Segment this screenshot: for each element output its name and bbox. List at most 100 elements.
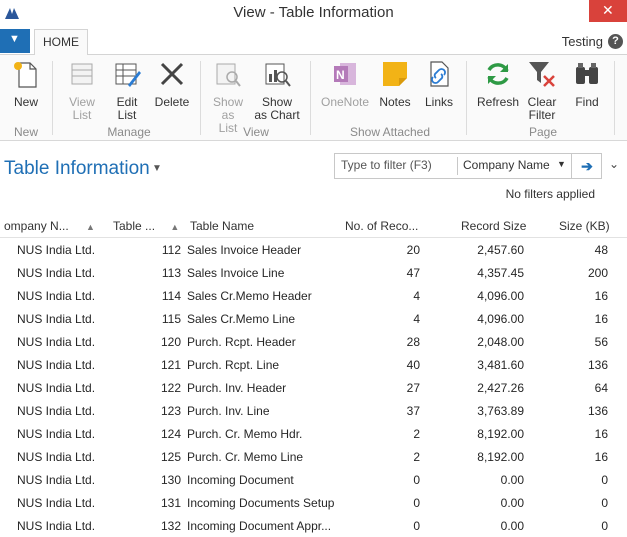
clear-filter-icon <box>529 62 555 87</box>
show-as-list-button[interactable]: Show as List <box>206 59 250 135</box>
no-of-records-cell: 0 <box>413 519 420 533</box>
no-of-records-cell: 4 <box>413 289 420 303</box>
table-row[interactable]: NUS India Ltd. 123 Purch. Inv. Line 37 3,763… <box>0 399 627 422</box>
table-name-cell: Purch. Inv. Header <box>187 381 287 395</box>
table-no-cell: 122 <box>160 381 181 395</box>
size-kb-cell: 0 <box>601 473 608 487</box>
table-name-cell: Sales Cr.Memo Line <box>187 312 296 326</box>
column-header-label: Table ... <box>113 219 156 233</box>
table-row[interactable]: NUS India Ltd. 124 Purch. Cr. Memo Hdr. 2 8,… <box>0 422 627 445</box>
table-row[interactable]: NUS India Ltd. 113 Sales Invoice Line 47 4,3… <box>0 261 627 284</box>
table-name-cell: Sales Invoice Line <box>187 266 285 280</box>
page-title[interactable]: Table Information <box>4 158 150 180</box>
record-size-cell: 0.00 <box>500 473 524 487</box>
refresh-button[interactable]: Refresh <box>474 59 522 109</box>
company-cell: NUS India Ltd. <box>17 496 96 510</box>
svg-text:N: N <box>336 68 345 82</box>
table-body: NUS India Ltd. 112 Sales Invoice Header 20 2… <box>0 238 627 537</box>
record-size-cell: 4,096.00 <box>477 312 524 326</box>
table-row[interactable]: NUS India Ltd. 114 Sales Cr.Memo Header 4 4,… <box>0 284 627 307</box>
clear-filter-button[interactable]: Clear Filter <box>524 59 560 122</box>
table-row[interactable]: NUS India Ltd. 132 Incoming Document Appr.… <box>0 514 627 537</box>
notes-icon <box>383 62 407 86</box>
table-no-cell: 124 <box>160 427 181 441</box>
table-no-cell: 113 <box>161 266 181 280</box>
table-name-cell: Incoming Document Appr... <box>187 519 332 533</box>
record-size-cell: 4,357.45 <box>477 266 524 280</box>
size-kb-cell: 16 <box>594 289 608 303</box>
no-of-records-cell: 27 <box>406 381 420 395</box>
size-kb-cell: 56 <box>594 335 608 349</box>
table-name-cell: Purch. Inv. Line <box>187 404 270 418</box>
find-button[interactable]: Find <box>570 59 604 109</box>
table-name-cell: Sales Cr.Memo Header <box>187 289 312 303</box>
record-size-cell: 3,481.60 <box>477 358 524 372</box>
ribbon-separator <box>200 61 201 135</box>
table-row[interactable]: NUS India Ltd. 130 Incoming Document 0 0.00 0 <box>0 468 627 491</box>
refresh-icon <box>487 63 509 85</box>
view-list-icon <box>71 63 93 85</box>
sort-ascending-icon: ▲ <box>86 222 95 232</box>
no-of-records-cell: 0 <box>413 473 420 487</box>
show-as-chart-button[interactable]: Show as Chart <box>252 59 302 122</box>
notes-button[interactable]: Notes <box>376 59 414 109</box>
filter-status: No filters applied <box>505 187 595 201</box>
table-row[interactable]: NUS India Ltd. 120 Purch. Rcpt. Header 28 2,… <box>0 330 627 353</box>
table-row[interactable]: NUS India Ltd. 125 Purch. Cr. Memo Line 2 8,… <box>0 445 627 468</box>
company-cell: NUS India Ltd. <box>17 358 96 372</box>
size-kb-cell: 136 <box>587 404 608 418</box>
column-header-table-no[interactable]: Table ... ▲ <box>113 219 179 233</box>
column-header-company[interactable]: ompany N... ▲ <box>4 219 95 233</box>
company-cell: NUS India Ltd. <box>17 312 96 326</box>
show-as-list-icon <box>216 63 241 87</box>
company-cell: NUS India Ltd. <box>17 335 96 349</box>
company-cell: NUS India Ltd. <box>17 473 96 487</box>
edit-list-button[interactable]: Edit List <box>108 59 146 122</box>
filter-field-select[interactable]: Company Name <box>463 158 550 172</box>
column-header-size-kb[interactable]: Size (KB) <box>559 219 610 233</box>
column-header-record-size[interactable]: Record Size <box>461 219 526 233</box>
arrow-right-icon[interactable]: ➔ <box>571 154 602 178</box>
delete-label: Delete <box>154 95 190 109</box>
sort-ascending-icon: ▲ <box>170 222 180 232</box>
no-of-records-cell: 20 <box>406 243 420 257</box>
table-row[interactable]: NUS India Ltd. 121 Purch. Rcpt. Line 40 3,48… <box>0 353 627 376</box>
size-kb-cell: 200 <box>587 266 608 280</box>
chevron-down-icon[interactable]: ▼ <box>557 159 566 169</box>
page-title-dropdown-icon[interactable]: ▼ <box>152 163 162 174</box>
tab-home[interactable]: HOME <box>34 29 88 55</box>
application-menu-button[interactable]: ▼ <box>0 29 30 53</box>
window-title: View - Table Information <box>233 4 394 21</box>
new-label: New <box>13 95 38 109</box>
new-document-icon <box>14 62 37 88</box>
table-name-cell: Purch. Cr. Memo Hdr. <box>187 427 303 441</box>
view-list-button[interactable]: View List <box>62 59 102 122</box>
company-name-label[interactable]: Testing <box>562 34 603 49</box>
company-cell: NUS India Ltd. <box>17 266 96 280</box>
table-row[interactable]: NUS India Ltd. 131 Incoming Documents Setu… <box>0 491 627 514</box>
links-icon <box>430 61 449 87</box>
new-button[interactable]: New <box>8 59 44 109</box>
company-cell: NUS India Ltd. <box>17 404 96 418</box>
collapse-filter-pane-icon[interactable]: ⌄ <box>609 157 619 171</box>
links-button[interactable]: Links <box>422 59 456 109</box>
table-row[interactable]: NUS India Ltd. 112 Sales Invoice Header 20 2… <box>0 238 627 261</box>
clear-filter-label: Clear Filter <box>527 95 557 122</box>
no-of-records-cell: 28 <box>406 335 420 349</box>
filter-input[interactable]: Type to filter (F3) <box>341 158 432 172</box>
show-as-chart-label: Show as Chart <box>254 95 300 122</box>
table-row[interactable]: NUS India Ltd. 115 Sales Cr.Memo Line 4 4,09… <box>0 307 627 330</box>
column-header-table-name[interactable]: Table Name <box>190 219 254 233</box>
filter-divider <box>457 157 458 175</box>
column-header-no-of-records[interactable]: No. of Reco... <box>345 219 418 233</box>
onenote-button[interactable]: N OneNote <box>318 59 372 109</box>
delete-button[interactable]: Delete <box>152 59 192 109</box>
ribbon-separator <box>52 61 53 135</box>
size-kb-cell: 64 <box>594 381 608 395</box>
size-kb-cell: 0 <box>601 496 608 510</box>
chevron-down-icon: ▼ <box>9 33 20 45</box>
help-icon[interactable]: ? <box>608 34 623 49</box>
delete-x-icon <box>160 62 184 86</box>
close-window-button[interactable]: ✕ <box>589 0 627 22</box>
table-row[interactable]: NUS India Ltd. 122 Purch. Inv. Header 27 2,4… <box>0 376 627 399</box>
